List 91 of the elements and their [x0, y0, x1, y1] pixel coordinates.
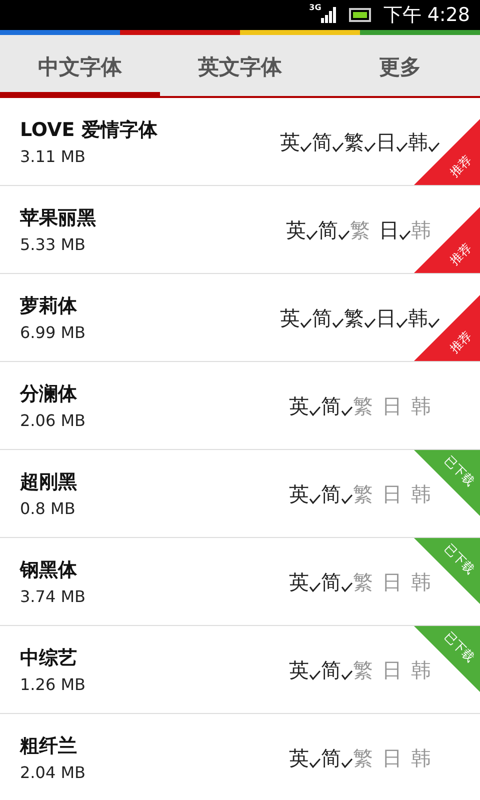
language-label: 简 [321, 746, 341, 770]
language-label: 繁 [344, 306, 364, 330]
language-label: 简 [312, 130, 332, 154]
tab[interactable]: 中文字体 [0, 35, 160, 98]
language-label: 韩 [411, 746, 431, 770]
language-label: 繁 [353, 394, 373, 418]
check-icon [332, 142, 344, 152]
language-label: 韩 [411, 218, 431, 242]
language-label: 繁 [353, 482, 373, 506]
check-icon [341, 494, 353, 504]
font-name: 萝莉体 [20, 294, 78, 319]
font-name: 苹果丽黑 [20, 206, 96, 231]
language-label: 英 [289, 746, 309, 770]
language-label: 日 [382, 658, 402, 682]
font-size: 5.33 MB [20, 235, 86, 254]
language-label: 日 [382, 482, 402, 506]
language-label: 简 [321, 394, 341, 418]
language-label: 英 [289, 482, 309, 506]
check-icon [309, 406, 321, 416]
font-size: 1.26 MB [20, 675, 86, 694]
language-label: 简 [312, 306, 332, 330]
check-icon [364, 318, 376, 328]
check-icon [300, 142, 312, 152]
language-label: 简 [318, 218, 338, 242]
language-label: 日 [376, 130, 396, 154]
language-label: 英 [280, 306, 300, 330]
battery-icon [349, 8, 372, 22]
check-icon [309, 758, 321, 768]
language-label: 繁 [353, 570, 373, 594]
font-row[interactable]: 钢黑体 3.74 MB 英 简 繁 日 韩 已下载 [0, 538, 480, 626]
font-size: 2.06 MB [20, 411, 86, 430]
language-label: 日 [382, 746, 402, 770]
check-icon [396, 142, 408, 152]
font-size: 0.8 MB [20, 499, 76, 518]
language-label: 英 [289, 570, 309, 594]
language-label: 韩 [411, 482, 431, 506]
check-icon [332, 318, 344, 328]
language-label: 日 [376, 306, 396, 330]
font-row[interactable]: 苹果丽黑 5.33 MB 英 简 繁 日 韩 推荐 [0, 186, 480, 274]
language-label: 简 [321, 658, 341, 682]
check-icon [364, 142, 376, 152]
check-icon [341, 758, 353, 768]
language-label: 简 [321, 570, 341, 594]
network-type: 3G [309, 3, 322, 12]
font-size: 3.11 MB [20, 147, 86, 166]
font-name: 粗纤兰 [20, 734, 78, 759]
font-size: 3.74 MB [20, 587, 86, 606]
check-icon [306, 230, 318, 240]
font-row[interactable]: 萝莉体 6.99 MB 英 简 繁 日 韩 推荐 [0, 274, 480, 362]
tab[interactable]: 英文字体 [160, 35, 320, 98]
check-icon [309, 582, 321, 592]
font-row[interactable]: 超刚黑 0.8 MB 英 简 繁 日 韩 已下载 [0, 450, 480, 538]
font-name: 超刚黑 [20, 470, 77, 495]
clock-time: 下午 4:28 [383, 3, 470, 28]
language-label: 日 [382, 394, 402, 418]
language-label: 韩 [411, 394, 431, 418]
signal-icon [321, 7, 338, 23]
font-name: 分澜体 [20, 382, 78, 407]
language-label: 日 [379, 218, 399, 242]
language-label: 简 [321, 482, 341, 506]
check-icon [428, 142, 440, 152]
language-label: 韩 [411, 658, 431, 682]
check-icon [341, 582, 353, 592]
check-icon [399, 230, 411, 240]
language-label: 英 [286, 218, 306, 242]
check-icon [309, 670, 321, 680]
check-icon [341, 670, 353, 680]
language-label: 英 [280, 130, 300, 154]
tab[interactable]: 更多 [320, 35, 480, 98]
font-row[interactable]: 粗纤兰 2.04 MB 英 简 繁 日 韩 [0, 714, 480, 800]
font-row[interactable]: 中综艺 1.26 MB 英 简 繁 日 韩 已下载 [0, 626, 480, 714]
language-label: 繁 [344, 130, 364, 154]
language-label: 繁 [350, 218, 370, 242]
language-label: 英 [289, 658, 309, 682]
check-icon [300, 318, 312, 328]
language-label: 繁 [353, 658, 373, 682]
language-label: 繁 [353, 746, 373, 770]
font-row[interactable]: LOVE 爱情字体 3.11 MB 英 简 繁 日 韩 推荐 [0, 98, 480, 186]
check-icon [396, 318, 408, 328]
check-icon [341, 406, 353, 416]
language-label: 英 [289, 394, 309, 418]
font-name: 钢黑体 [20, 558, 78, 583]
language-label: 韩 [411, 570, 431, 594]
font-size: 6.99 MB [20, 323, 86, 342]
check-icon [309, 494, 321, 504]
font-name: LOVE 爱情字体 [20, 118, 158, 143]
language-label: 日 [382, 570, 402, 594]
check-icon [338, 230, 350, 240]
font-name: 中综艺 [20, 646, 78, 671]
font-size: 2.04 MB [20, 763, 86, 782]
check-icon [428, 318, 440, 328]
